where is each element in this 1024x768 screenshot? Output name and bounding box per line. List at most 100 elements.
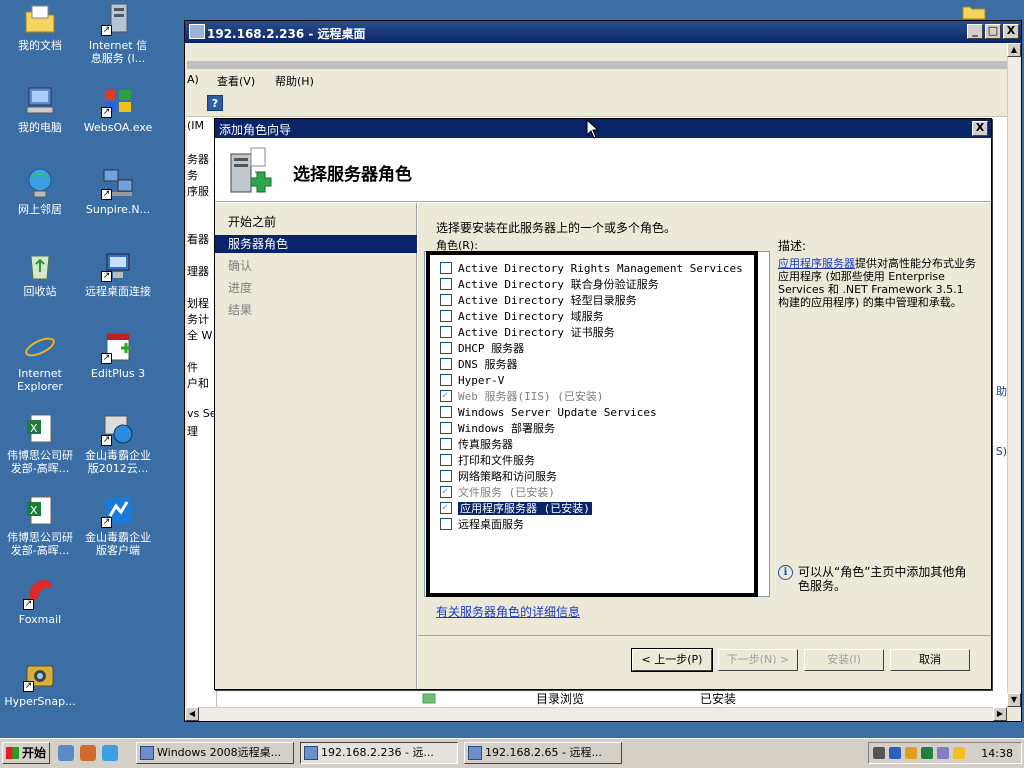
quicklaunch-show-desktop-icon[interactable] bbox=[58, 745, 74, 761]
tree-fragment[interactable]: 务 bbox=[187, 167, 198, 183]
desktop-icon-kingsoft-2[interactable]: ↗ 金山毒霸企业 版客户端 bbox=[78, 494, 158, 557]
role-checkbox[interactable] bbox=[440, 358, 452, 370]
role-item[interactable]: 应用程序服务器 (已安装) bbox=[440, 500, 592, 517]
application-server-link[interactable]: 应用程序服务器 bbox=[778, 257, 855, 270]
role-item[interactable]: 打印和文件服务 bbox=[440, 453, 535, 469]
desktop-icon-network[interactable]: 网上邻居 bbox=[0, 166, 80, 216]
role-item[interactable]: Web 服务器(IIS) (已安装) bbox=[440, 388, 603, 405]
tree-fragment[interactable]: 务器 bbox=[187, 151, 209, 167]
role-item[interactable]: Windows 部署服务 bbox=[440, 421, 555, 437]
desktop-icon-excel-2[interactable]: X 伟博思公司研 发部-高晖... bbox=[0, 494, 80, 557]
close-button[interactable]: X bbox=[1003, 24, 1019, 39]
tree-fragment[interactable]: vs Se bbox=[187, 407, 217, 420]
scroll-right-icon[interactable]: ▶ bbox=[993, 707, 1007, 721]
taskbar-item[interactable]: 192.168.2.236 - 远... bbox=[300, 742, 458, 764]
role-checkbox[interactable] bbox=[440, 438, 452, 450]
tray-app-icon[interactable] bbox=[937, 747, 949, 759]
tree-fragment[interactable]: 看器 bbox=[187, 231, 209, 247]
desktop-icon-websoa[interactable]: ↗ WebsOA.exe bbox=[78, 84, 158, 134]
tree-fragment[interactable]: 务计 bbox=[187, 311, 209, 327]
tree-fragment[interactable]: 全 W bbox=[187, 327, 212, 343]
role-checkbox[interactable] bbox=[440, 422, 452, 434]
tree-fragment[interactable]: 序服 bbox=[187, 183, 209, 199]
role-item[interactable]: DNS 服务器 bbox=[440, 357, 518, 373]
role-item[interactable]: Active Directory 域服务 bbox=[440, 309, 604, 325]
role-item[interactable]: 远程桌面服务 bbox=[440, 517, 524, 533]
scroll-down-icon[interactable]: ▼ bbox=[1007, 693, 1021, 707]
taskbar-item[interactable]: 192.168.2.65 - 远程... bbox=[464, 742, 622, 764]
role-checkbox[interactable] bbox=[440, 342, 452, 354]
desktop-icon-recycle-bin[interactable]: 回收站 bbox=[0, 248, 80, 298]
desktop-icon-ie[interactable]: e Internet Explorer bbox=[0, 330, 80, 393]
tree-fragment[interactable]: 划程 bbox=[187, 295, 209, 311]
back-button[interactable]: < 上一步(P) bbox=[631, 648, 713, 672]
role-checkbox[interactable] bbox=[440, 454, 452, 466]
cancel-button[interactable]: 取消 bbox=[890, 649, 970, 671]
more-info-link[interactable]: 有关服务器角色的详细信息 bbox=[436, 603, 580, 620]
role-checkbox[interactable] bbox=[440, 406, 452, 418]
role-checkbox[interactable] bbox=[440, 326, 452, 338]
remote-desktop-titlebar[interactable]: 192.168.2.236 - 远程桌面 _ □ X bbox=[185, 21, 1021, 43]
menu-view[interactable]: 查看(V) bbox=[217, 73, 255, 89]
menu-help[interactable]: 帮助(H) bbox=[275, 73, 314, 89]
role-checkbox[interactable] bbox=[440, 310, 452, 322]
install-button[interactable]: 安装(I) bbox=[804, 649, 884, 671]
role-checkbox[interactable] bbox=[440, 294, 452, 306]
tray-network-icon[interactable] bbox=[889, 747, 901, 759]
tray-app-icon[interactable] bbox=[953, 747, 965, 759]
role-item[interactable]: Active Directory 联合身份验证服务 bbox=[440, 277, 659, 293]
help-icon[interactable]: ? bbox=[207, 95, 223, 111]
desktop-icon-my-documents[interactable]: 我的文档 bbox=[0, 2, 80, 52]
minimize-button[interactable]: _ bbox=[967, 24, 983, 39]
desktop-icon-sunpire[interactable]: ↗ Sunpire.N... bbox=[78, 166, 158, 216]
tray-app-icon[interactable] bbox=[905, 747, 917, 759]
role-item[interactable]: Active Directory 轻型目录服务 bbox=[440, 293, 637, 309]
role-item[interactable]: 传真服务器 bbox=[440, 437, 513, 453]
taskbar-item[interactable]: Windows 2008远程桌... bbox=[136, 742, 294, 764]
tree-fragment[interactable]: 件 bbox=[187, 359, 198, 375]
role-item[interactable]: 文件服务 (已安装) bbox=[440, 484, 555, 501]
horizontal-scrollbar[interactable]: ◀ ▶ bbox=[185, 707, 1007, 721]
role-checkbox[interactable] bbox=[440, 500, 452, 516]
role-item[interactable]: Active Directory 证书服务 bbox=[440, 325, 615, 341]
maximize-button[interactable]: □ bbox=[985, 24, 1001, 39]
folder-icon[interactable] bbox=[962, 4, 986, 20]
role-checkbox[interactable] bbox=[440, 388, 452, 404]
scroll-left-icon[interactable]: ◀ bbox=[185, 707, 199, 721]
role-item[interactable]: DHCP 服务器 bbox=[440, 341, 524, 357]
desktop-icon-foxmail[interactable]: ↗ Foxmail bbox=[0, 576, 80, 626]
link-fragment[interactable]: 助 bbox=[996, 383, 1007, 399]
desktop-icon-kingsoft-1[interactable]: ↗ 金山毒霸企业 版2012云... bbox=[78, 412, 158, 475]
vertical-scrollbar[interactable]: ▲ ▼ bbox=[1007, 43, 1021, 707]
tree-fragment[interactable]: (IM bbox=[187, 119, 204, 132]
role-item[interactable]: Active Directory Rights Management Servi… bbox=[440, 261, 743, 277]
quicklaunch-ie-icon[interactable] bbox=[102, 745, 118, 761]
tree-fragment[interactable]: 理 bbox=[187, 423, 198, 439]
tree-fragment[interactable]: 户和 bbox=[187, 375, 209, 391]
role-checkbox[interactable] bbox=[440, 278, 452, 290]
nav-before-you-begin[interactable]: 开始之前 bbox=[215, 213, 417, 231]
role-checkbox[interactable] bbox=[440, 374, 452, 386]
desktop-icon-hypersnap[interactable]: ↗ HyperSnap... bbox=[0, 658, 80, 708]
wizard-titlebar[interactable]: 添加角色向导 X bbox=[215, 119, 991, 138]
desktop-icon-remote-desktop[interactable]: ↗ 远程桌面连接 bbox=[78, 248, 158, 298]
role-checkbox[interactable] bbox=[440, 484, 452, 500]
role-item[interactable]: 网络策略和访问服务 bbox=[440, 469, 557, 485]
desktop-icon-iis[interactable]: ↗ Internet 信 息服务 (I... bbox=[78, 2, 158, 65]
desktop-icon-my-computer[interactable]: 我的电脑 bbox=[0, 84, 80, 134]
tray-camera-icon[interactable] bbox=[873, 747, 885, 759]
tree-fragment[interactable]: 理器 bbox=[187, 263, 209, 279]
tray-app-icon[interactable] bbox=[921, 747, 933, 759]
role-checkbox[interactable] bbox=[440, 262, 452, 274]
next-button[interactable]: 下一步(N) > bbox=[718, 649, 798, 671]
desktop-icon-excel-1[interactable]: X 伟博思公司研 发部-高晖... bbox=[0, 412, 80, 475]
scroll-up-icon[interactable]: ▲ bbox=[1007, 43, 1021, 57]
role-item[interactable]: Hyper-V bbox=[440, 373, 504, 389]
wizard-close-button[interactable]: X bbox=[972, 121, 988, 136]
menu-action[interactable]: A) bbox=[187, 73, 199, 86]
role-checkbox[interactable] bbox=[440, 470, 452, 482]
link-fragment[interactable]: S) bbox=[996, 445, 1007, 458]
role-item[interactable]: Windows Server Update Services bbox=[440, 405, 657, 421]
quicklaunch-app-icon[interactable] bbox=[80, 745, 96, 761]
start-button[interactable]: 开始 bbox=[2, 742, 50, 764]
